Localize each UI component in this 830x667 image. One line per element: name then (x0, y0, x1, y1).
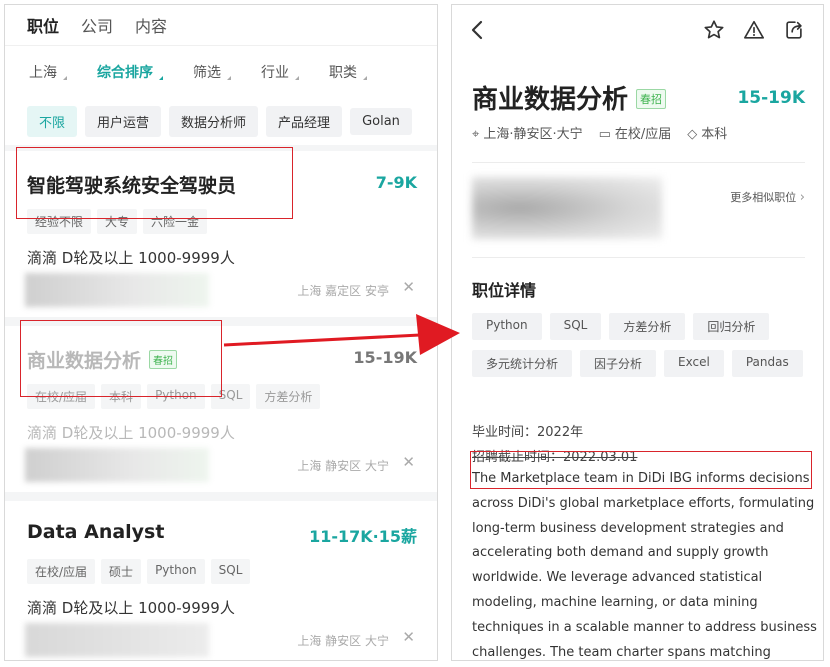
job-card[interactable]: Data Analyst 11-17K·15薪 在校/应届 硕士 Python … (5, 501, 437, 660)
skill-tag: SQL (549, 313, 602, 340)
job-meta: ⌖ 上海·静安区·大宁 ▭ 在校/应届 ◇ 本科 (472, 123, 727, 142)
highlight-box-analysis-job (20, 320, 222, 397)
blurred-recruiter (25, 623, 209, 657)
highlight-box-driver-job (16, 147, 293, 219)
highlight-box-description (470, 451, 812, 489)
skill-tag: Python (472, 313, 542, 340)
skill-tag: 因子分析 (580, 350, 657, 377)
job-location: 上海 嘉定区 安亭 (297, 284, 389, 298)
filter-screen[interactable]: 筛选 (193, 62, 231, 82)
divider (472, 162, 805, 163)
filter-row: 上海 综合排序 筛选 行业 职类 (5, 45, 437, 97)
briefcase-icon: ▭ (598, 127, 611, 142)
divider (472, 257, 805, 258)
blurred-recruiter (25, 448, 209, 482)
graduation-time: 毕业时间：2022年 (472, 425, 584, 440)
job-salary: 15-19K (737, 88, 805, 108)
job-tag: 在校/应届 (27, 559, 96, 584)
job-title: 商业数据分析 春招 (472, 79, 667, 116)
chip-data-analyst[interactable]: 数据分析师 (169, 105, 259, 137)
chip-all[interactable]: 不限 (27, 105, 78, 137)
detail-nav-bar (452, 5, 823, 61)
location-icon: ⌖ (472, 127, 480, 142)
skill-tag: 多元统计分析 (472, 350, 573, 377)
blurred-recruiter-card (472, 177, 662, 239)
more-similar-link[interactable]: 更多相似职位 › (730, 189, 805, 205)
top-tabs: 职位 公司 内容 (5, 5, 437, 45)
job-salary: 11-17K·15薪 (309, 527, 417, 546)
job-tag: SQL (210, 559, 251, 584)
filter-city[interactable]: 上海 (29, 62, 67, 82)
job-tag: Python (147, 559, 205, 584)
degree-icon: ◇ (687, 127, 698, 142)
close-icon[interactable]: ✕ (402, 278, 415, 296)
filter-category[interactable]: 职类 (329, 62, 367, 82)
chip-user-ops[interactable]: 用户运营 (85, 105, 162, 137)
tab-jobs[interactable]: 职位 (27, 13, 59, 37)
skill-tag: 回归分析 (693, 313, 770, 340)
close-icon[interactable]: ✕ (402, 628, 415, 646)
job-title: Data Analyst (27, 521, 165, 543)
category-chips: 不限 用户运营 数据分析师 产品经理 Golan (5, 97, 437, 145)
job-description: The Marketplace team in DiDi IBG informs… (472, 471, 817, 660)
skill-tags: Python SQL 方差分析 回归分析 多元统计分析 因子分析 Excel P… (472, 313, 807, 377)
job-salary: 7-9K (375, 173, 417, 192)
star-icon[interactable] (703, 19, 725, 41)
company-info: 滴滴 D轮及以上 1000-9999人 (27, 599, 235, 617)
job-location: 上海 静安区 大宁 (297, 634, 389, 648)
job-tags: 在校/应届 硕士 Python SQL (27, 559, 251, 584)
section-title-job-details: 职位详情 (472, 281, 537, 300)
meta-location: ⌖ 上海·静安区·大宁 (472, 123, 583, 142)
nav-actions (703, 19, 805, 41)
company-info: 滴滴 D轮及以上 1000-9999人 (27, 249, 235, 267)
skill-tag: Excel (664, 350, 724, 377)
warning-icon[interactable] (743, 19, 765, 41)
job-detail-panel: 商业数据分析 春招 15-19K ⌖ 上海·静安区·大宁 ▭ 在校/应届 ◇ 本科 更多… (451, 4, 824, 661)
chip-golang[interactable]: Golan (350, 107, 412, 135)
tab-companies[interactable]: 公司 (81, 13, 113, 37)
meta-location-text: 上海·静安区·大宁 (483, 127, 583, 142)
filter-industry[interactable]: 行业 (261, 62, 299, 82)
job-tag: 方差分析 (256, 384, 321, 409)
meta-degree-text: 本科 (701, 127, 728, 142)
filter-sort[interactable]: 综合排序 (97, 62, 163, 82)
chevron-right-icon: › (799, 190, 805, 205)
meta-experience-text: 在校/应届 (614, 127, 672, 142)
close-icon[interactable]: ✕ (402, 453, 415, 471)
spring-hire-badge: 春招 (636, 89, 667, 109)
meta-degree: ◇ 本科 (687, 123, 727, 142)
skill-tag: 方差分析 (609, 313, 686, 340)
blurred-recruiter (25, 273, 209, 307)
meta-experience: ▭ 在校/应届 (599, 123, 672, 142)
job-location: 上海 静安区 大宁 (297, 459, 389, 473)
job-salary: 15-19K (353, 348, 417, 367)
back-icon[interactable] (470, 19, 484, 41)
skill-tag: Pandas (731, 350, 803, 377)
job-title-text: 商业数据分析 (472, 85, 629, 115)
tab-content[interactable]: 内容 (135, 13, 167, 37)
chip-product-manager[interactable]: 产品经理 (266, 105, 343, 137)
share-icon[interactable] (783, 19, 805, 41)
company-info: 滴滴 D轮及以上 1000-9999人 (27, 424, 235, 442)
more-similar-text: 更多相似职位 (730, 191, 797, 204)
job-tag: 硕士 (101, 559, 142, 584)
